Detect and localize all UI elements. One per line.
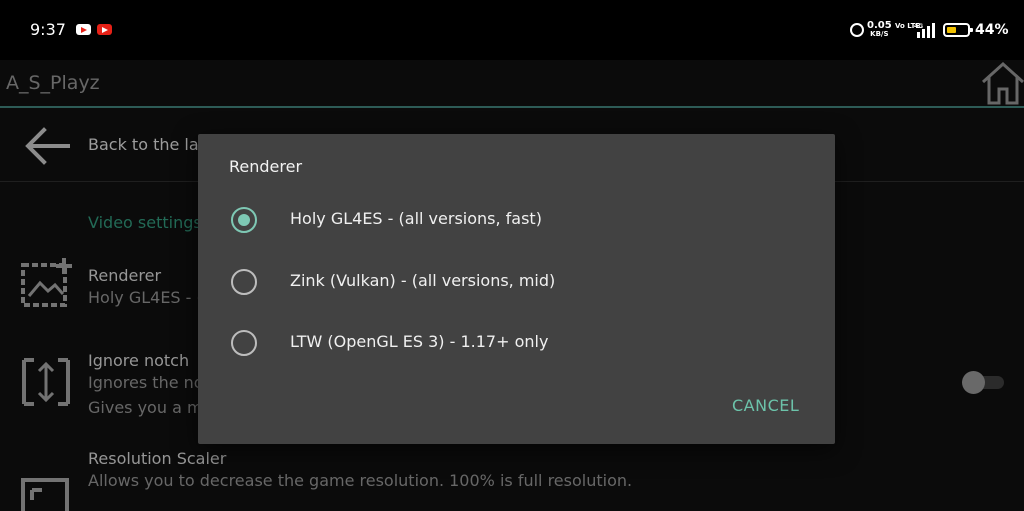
battery-percentage: 44% [975, 22, 1009, 38]
renderer-option-label: LTW (OpenGL ES 3) - 1.17+ only [290, 332, 549, 351]
signal-icon: 4G [914, 23, 935, 38]
renderer-option-label: Holy GL4ES - (all versions, fast) [290, 209, 542, 228]
renderer-option-label: Zink (Vulkan) - (all versions, mid) [290, 271, 556, 290]
radio-unselected-icon[interactable] [231, 330, 257, 356]
renderer-option-holy-gl4es[interactable]: Holy GL4ES - (all versions, fast) [198, 191, 835, 247]
network-speed-unit: KB/S [870, 30, 889, 38]
radio-unselected-icon[interactable] [231, 269, 257, 295]
status-time: 9:37 [30, 20, 66, 39]
renderer-option-ltw[interactable]: LTW (OpenGL ES 3) - 1.17+ only [198, 314, 835, 370]
status-bar: 9:37 0.05 KB/S Vo LTE 4G 44% [0, 0, 1024, 60]
alarm-icon [850, 23, 864, 37]
network-type-label: 4G [914, 23, 923, 30]
renderer-dialog: Renderer Holy GL4ES - (all versions, fas… [198, 134, 835, 444]
radio-selected-icon[interactable] [231, 207, 257, 233]
youtube-studio-notification-icon [97, 24, 112, 35]
renderer-option-zink[interactable]: Zink (Vulkan) - (all versions, mid) [198, 253, 835, 309]
screen: 9:37 0.05 KB/S Vo LTE 4G 44% A_S_Playz B… [0, 0, 1024, 511]
cancel-button[interactable]: CANCEL [726, 392, 805, 419]
youtube-notification-icon [76, 24, 91, 35]
dialog-title: Renderer [229, 157, 303, 176]
network-speed: 0.05 KB/S [867, 21, 892, 39]
battery-icon [943, 23, 973, 37]
